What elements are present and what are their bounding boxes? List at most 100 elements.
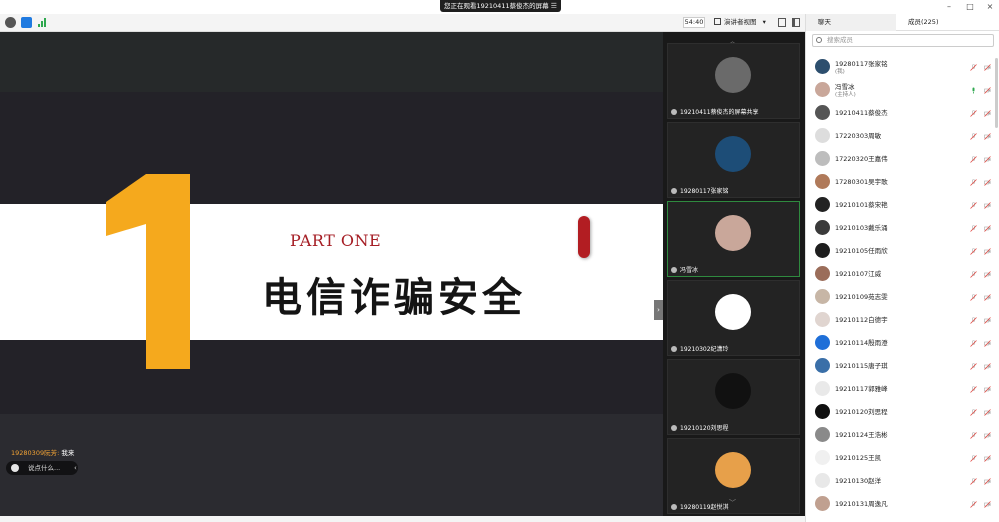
mic-muted-icon[interactable] bbox=[970, 455, 977, 462]
mic-muted-icon[interactable] bbox=[970, 386, 977, 393]
minimize-button[interactable]: – bbox=[942, 0, 956, 14]
member-row[interactable]: 19210114殷雨澄 bbox=[806, 332, 999, 355]
emoji-icon[interactable] bbox=[11, 464, 19, 472]
member-row[interactable]: 19210125王凯 bbox=[806, 447, 999, 470]
mic-muted-icon[interactable] bbox=[970, 501, 977, 508]
camera-off-icon[interactable] bbox=[984, 133, 991, 140]
camera-off-icon[interactable] bbox=[984, 317, 991, 324]
participant-avatar bbox=[715, 452, 751, 488]
mic-muted-icon[interactable] bbox=[970, 271, 977, 278]
member-row[interactable]: 19210103戴乐涌 bbox=[806, 217, 999, 240]
fullscreen-icon[interactable] bbox=[778, 18, 786, 27]
mic-muted-icon[interactable] bbox=[970, 317, 977, 324]
side-panel-icon[interactable] bbox=[792, 18, 800, 27]
camera-off-icon[interactable] bbox=[984, 179, 991, 186]
chevron-left-icon[interactable]: ‹ bbox=[74, 461, 77, 475]
camera-off-icon[interactable] bbox=[984, 156, 991, 163]
mic-muted-icon[interactable] bbox=[970, 409, 977, 416]
camera-off-icon[interactable] bbox=[984, 363, 991, 370]
speaker-view-button[interactable]: 演讲者视图 ▾ bbox=[714, 17, 769, 28]
grid-view-icon bbox=[714, 18, 721, 25]
member-row[interactable]: 19210101蔡宋艳 bbox=[806, 194, 999, 217]
member-row[interactable]: 19210107江威 bbox=[806, 263, 999, 286]
member-search-input[interactable]: 搜索成员 bbox=[812, 34, 994, 47]
share-banner-text: 您正在观看19210411蔡俊杰的屏幕 bbox=[444, 2, 549, 10]
mic-muted-icon[interactable] bbox=[970, 202, 977, 209]
menu-icon[interactable]: ☰ bbox=[551, 0, 557, 12]
signal-strength-icon[interactable] bbox=[37, 17, 48, 28]
camera-off-icon[interactable] bbox=[984, 294, 991, 301]
mic-muted-icon[interactable] bbox=[970, 156, 977, 163]
mic-icon bbox=[671, 346, 677, 352]
camera-off-icon[interactable] bbox=[984, 271, 991, 278]
camera-off-icon[interactable] bbox=[984, 225, 991, 232]
video-tile-label: 冯雪冰 bbox=[671, 265, 698, 274]
screen-share-banner[interactable]: 您正在观看19210411蔡俊杰的屏幕 ☰ bbox=[440, 0, 561, 12]
member-row[interactable]: 19210411蔡俊杰 bbox=[806, 102, 999, 125]
camera-off-icon[interactable] bbox=[984, 409, 991, 416]
mic-muted-icon[interactable] bbox=[970, 110, 977, 117]
camera-off-icon[interactable] bbox=[984, 87, 991, 94]
member-name: 19210131周逸凡 bbox=[835, 500, 888, 508]
camera-off-icon[interactable] bbox=[984, 432, 991, 439]
member-row[interactable]: 17220303周敏 bbox=[806, 125, 999, 148]
camera-off-icon[interactable] bbox=[984, 455, 991, 462]
member-list-scrollbar[interactable] bbox=[995, 58, 998, 128]
member-row[interactable]: 17220320王嘉伟 bbox=[806, 148, 999, 171]
mic-muted-icon[interactable] bbox=[970, 294, 977, 301]
slide-title: 电信诈骗安全 bbox=[262, 275, 526, 321]
participant-name: 冯雪冰 bbox=[680, 267, 699, 274]
mic-muted-icon[interactable] bbox=[970, 478, 977, 485]
mic-icon[interactable] bbox=[970, 87, 977, 94]
mic-muted-icon[interactable] bbox=[970, 133, 977, 140]
camera-off-icon[interactable] bbox=[984, 248, 991, 255]
member-row[interactable]: 19210120刘思程 bbox=[806, 401, 999, 424]
camera-off-icon[interactable] bbox=[984, 64, 991, 71]
video-tile[interactable]: 19280117张家铭 bbox=[667, 122, 800, 198]
member-row[interactable]: 19210109苑志雯 bbox=[806, 286, 999, 309]
member-row[interactable]: 19210124王浩彬 bbox=[806, 424, 999, 447]
video-tile-label: 19280119赵悦淇 bbox=[671, 502, 729, 511]
member-row[interactable]: 19210117郭雅峰 bbox=[806, 378, 999, 401]
close-button[interactable]: × bbox=[983, 0, 997, 14]
member-avatar bbox=[815, 496, 830, 511]
member-row[interactable]: 19280117张家铭 (我) bbox=[806, 56, 999, 79]
camera-off-icon[interactable] bbox=[984, 386, 991, 393]
camera-off-icon[interactable] bbox=[984, 110, 991, 117]
chevron-down-icon[interactable]: ﹀ bbox=[729, 498, 736, 508]
mic-muted-icon[interactable] bbox=[970, 225, 977, 232]
camera-off-icon[interactable] bbox=[984, 501, 991, 508]
participant-avatar bbox=[715, 294, 751, 330]
video-tile[interactable]: 19210411蔡俊杰的屏幕共享 bbox=[667, 43, 800, 119]
mic-muted-icon[interactable] bbox=[970, 248, 977, 255]
member-row[interactable]: 19210112白德宇 bbox=[806, 309, 999, 332]
member-row[interactable]: 17280301吴宇歌 bbox=[806, 171, 999, 194]
collapse-video-strip-button[interactable]: › bbox=[654, 300, 663, 320]
member-row[interactable]: 19210131周逸凡 bbox=[806, 493, 999, 514]
camera-off-icon[interactable] bbox=[984, 340, 991, 347]
member-row[interactable]: 19210130赵洋 bbox=[806, 470, 999, 493]
member-avatar bbox=[815, 381, 830, 396]
member-row[interactable]: 19210115唐子琪 bbox=[806, 355, 999, 378]
member-row[interactable]: 19210105任雨欣 bbox=[806, 240, 999, 263]
video-tile[interactable]: 19210302纪潇玲 bbox=[667, 280, 800, 356]
mic-muted-icon[interactable] bbox=[970, 363, 977, 370]
chat-input[interactable]: 说点什么... ‹ bbox=[6, 461, 78, 475]
mic-muted-icon[interactable] bbox=[970, 179, 977, 186]
info-icon[interactable] bbox=[5, 17, 16, 28]
mic-muted-icon[interactable] bbox=[970, 64, 977, 71]
camera-off-icon[interactable] bbox=[984, 202, 991, 209]
video-tile[interactable]: 冯雪冰 bbox=[667, 201, 800, 277]
participant-avatar bbox=[715, 57, 751, 93]
restore-button[interactable]: □ bbox=[963, 0, 977, 14]
member-row[interactable]: 冯雪冰 (主持人) bbox=[806, 79, 999, 102]
tab-members[interactable]: 成员(225) bbox=[896, 14, 999, 31]
security-shield-icon[interactable] bbox=[21, 17, 32, 28]
video-tile[interactable]: 19210120刘思程 bbox=[667, 359, 800, 435]
tab-chat[interactable]: 聊天 bbox=[806, 14, 896, 31]
camera-off-icon[interactable] bbox=[984, 478, 991, 485]
slide-number-one bbox=[106, 174, 190, 369]
mic-icon bbox=[671, 109, 677, 115]
mic-muted-icon[interactable] bbox=[970, 340, 977, 347]
mic-muted-icon[interactable] bbox=[970, 432, 977, 439]
